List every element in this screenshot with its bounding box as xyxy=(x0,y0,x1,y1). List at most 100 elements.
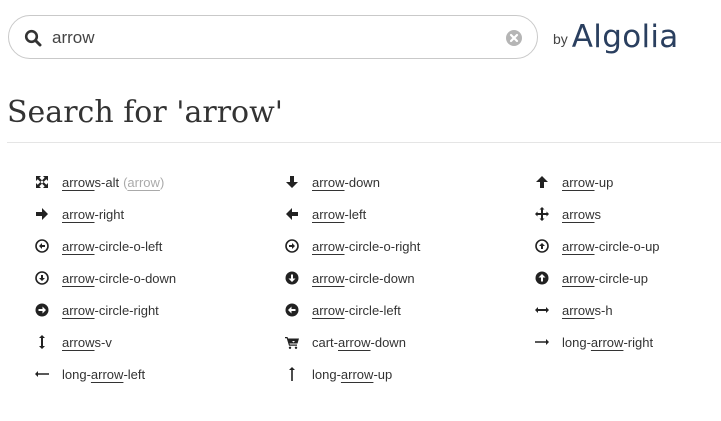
search-icon xyxy=(24,29,42,47)
result-item[interactable]: arrow-down xyxy=(284,166,534,198)
label-text: -left xyxy=(123,366,146,382)
match-highlight: arrow xyxy=(312,270,345,286)
title-prefix: Search for xyxy=(7,95,177,130)
match-highlight: arrow xyxy=(338,334,371,350)
label-text: -right xyxy=(623,334,654,350)
match-highlight: arrow xyxy=(340,366,374,382)
by-label: by xyxy=(553,31,568,47)
result-label[interactable]: arrow-circle-left xyxy=(312,303,401,318)
result-label[interactable]: arrow-down xyxy=(312,175,380,190)
label-text: s xyxy=(594,206,602,222)
arrow-right-icon xyxy=(36,208,48,220)
match-highlight: arrow xyxy=(62,206,95,222)
arrow-down-icon xyxy=(286,176,298,188)
result-item[interactable]: long-arrow-left xyxy=(34,358,284,390)
result-label[interactable]: arrow-left xyxy=(312,207,366,222)
arrow-circle-down-icon xyxy=(285,271,299,285)
result-label[interactable]: arrow-circle-right xyxy=(62,303,159,318)
result-label[interactable]: arrow-circle-down xyxy=(312,271,415,286)
label-text: -circle-o-right xyxy=(344,238,421,254)
result-label[interactable]: long-arrow-up xyxy=(312,367,392,382)
alias-highlight: arrow xyxy=(127,174,160,190)
arrow-up-icon xyxy=(536,176,548,188)
match-highlight: arrow xyxy=(562,174,595,190)
arrow-circle-up-icon xyxy=(535,271,549,285)
result-item[interactable]: arrows xyxy=(534,198,714,230)
result-label[interactable]: arrows xyxy=(562,207,601,222)
result-label[interactable]: arrow-circle-o-down xyxy=(62,271,176,286)
match-highlight: arrow xyxy=(62,334,95,350)
match-highlight: arrow xyxy=(562,206,595,222)
label-text: -right xyxy=(94,206,125,222)
result-item[interactable]: arrow-circle-right xyxy=(34,294,284,326)
label-text: s-v xyxy=(94,334,112,350)
arrows-h-icon xyxy=(535,307,549,313)
result-label[interactable]: arrow-circle-up xyxy=(562,271,648,286)
result-item[interactable]: arrow-circle-o-down xyxy=(34,262,284,294)
results-grid: arrows-alt (arrow) arrow-down arrow-up arrow… xyxy=(34,166,714,390)
label-text: -circle-o-left xyxy=(94,238,163,254)
arrow-circle-left-icon xyxy=(285,303,299,317)
label-text: -left xyxy=(344,206,367,222)
match-highlight: arrow xyxy=(62,270,95,286)
result-item[interactable]: arrow-circle-o-right xyxy=(284,230,534,262)
divider xyxy=(7,142,721,143)
result-item[interactable]: arrow-circle-left xyxy=(284,294,534,326)
label-text: cart- xyxy=(312,334,338,350)
result-label[interactable]: long-arrow-left xyxy=(62,367,145,382)
result-label[interactable]: arrow-circle-o-left xyxy=(62,239,162,254)
result-label[interactable]: arrows-v xyxy=(62,335,112,350)
result-item[interactable]: arrows-v xyxy=(34,326,284,358)
result-item[interactable]: arrow-left xyxy=(284,198,534,230)
label-text: -down xyxy=(370,334,406,350)
page-title: Search for 'arrow' xyxy=(7,95,283,130)
match-highlight: arrow xyxy=(590,334,624,350)
long-arrow-up-icon xyxy=(289,367,295,381)
label-text: -circle-left xyxy=(344,302,401,318)
long-arrow-left-icon xyxy=(35,371,49,377)
label-text: long- xyxy=(562,334,591,350)
result-label[interactable]: arrow-right xyxy=(62,207,124,222)
match-highlight: arrow xyxy=(312,302,345,318)
result-item[interactable]: arrows-alt (arrow) xyxy=(34,166,284,198)
label-text: -up xyxy=(594,174,614,190)
search-by-algolia[interactable]: by Algolia xyxy=(553,17,679,57)
result-item[interactable]: arrow-circle-up xyxy=(534,262,714,294)
clear-search-icon[interactable] xyxy=(505,29,523,47)
result-label[interactable]: long-arrow-right xyxy=(562,335,653,350)
result-item[interactable]: arrow-right xyxy=(34,198,284,230)
arrow-left-icon xyxy=(286,208,298,220)
result-item[interactable]: arrow-up xyxy=(534,166,714,198)
label-text: -down xyxy=(344,174,380,190)
result-label[interactable]: arrows-h xyxy=(562,303,613,318)
label-text: long- xyxy=(312,366,341,382)
result-item[interactable]: long-arrow-right xyxy=(534,326,714,358)
result-item[interactable]: long-arrow-up xyxy=(284,358,534,390)
result-item[interactable]: arrow-circle-down xyxy=(284,262,534,294)
long-arrow-right-icon xyxy=(535,339,549,345)
result-item[interactable]: arrow-circle-o-left xyxy=(34,230,284,262)
arrow-circle-o-up-icon xyxy=(535,239,549,253)
label-text: long- xyxy=(62,366,91,382)
label-text: -circle-o-up xyxy=(594,238,660,254)
result-item[interactable]: cart-arrow-down xyxy=(284,326,534,358)
result-label[interactable]: arrow-circle-o-up xyxy=(562,239,660,254)
arrows-v-icon xyxy=(39,335,45,349)
search-input[interactable]: arrow xyxy=(52,16,492,60)
result-label[interactable]: arrow-up xyxy=(562,175,613,190)
match-highlight: arrow xyxy=(62,174,95,190)
search-box[interactable]: arrow xyxy=(8,15,538,59)
label-text: -circle-down xyxy=(344,270,415,286)
arrows-alt-icon xyxy=(36,176,48,188)
result-label[interactable]: cart-arrow-down xyxy=(312,335,406,350)
arrows-icon xyxy=(535,207,549,221)
match-highlight: arrow xyxy=(562,238,595,254)
label-text: -circle-o-down xyxy=(94,270,177,286)
result-item[interactable]: arrow-circle-o-up xyxy=(534,230,714,262)
result-label[interactable]: arrows-alt xyxy=(62,175,119,190)
result-item[interactable]: arrows-h xyxy=(534,294,714,326)
result-label[interactable]: arrow-circle-o-right xyxy=(312,239,420,254)
arrow-circle-o-down-icon xyxy=(35,271,49,285)
match-highlight: arrow xyxy=(312,206,345,222)
match-highlight: arrow xyxy=(62,238,95,254)
